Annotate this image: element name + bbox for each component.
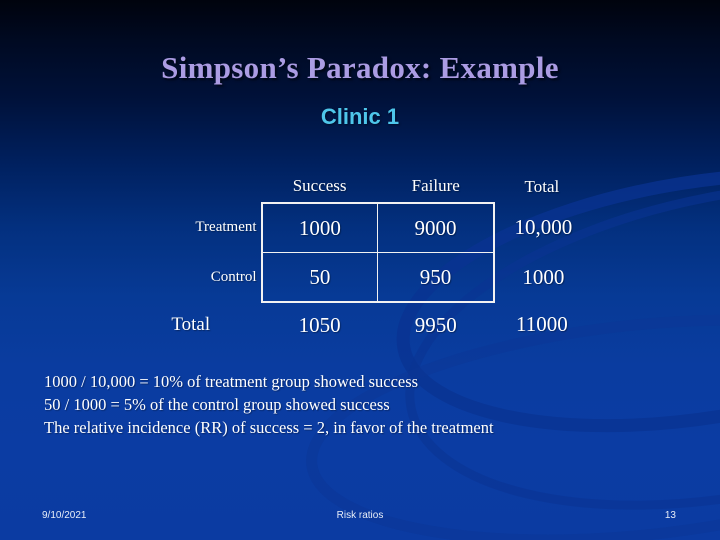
page-title: Simpson’s Paradox: Example <box>161 50 559 85</box>
table-row-control: Control 50 950 1000 <box>120 252 590 303</box>
cell-control-total: 1000 <box>522 264 565 289</box>
body-line-3: The relative incidence (RR) of success =… <box>44 418 494 437</box>
table-row-total: Total 1050 9950 11000 <box>120 302 590 347</box>
cell-total-failure: 9950 <box>414 312 457 337</box>
cell-control-success: 50 <box>260 252 379 303</box>
table-header-row: Success Failure Total <box>120 170 590 203</box>
body-line-2: 50 / 1000 = 5% of the control group show… <box>44 395 390 414</box>
row-label-total: Total <box>171 313 211 335</box>
cell-control-failure: 950 <box>377 252 495 303</box>
column-header-failure: Failure <box>411 176 460 195</box>
slide-footer: 9/10/2021 Risk ratios 13 <box>0 510 720 526</box>
table-row-treatment: Treatment 1000 9000 10,000 <box>120 202 590 253</box>
column-header-success: Success <box>292 176 347 195</box>
contingency-table: Success Failure Total Treatment 1000 900… <box>120 170 590 347</box>
slide: Simpson’s Paradox: Example Clinic 1 Succ… <box>0 0 720 540</box>
cell-total-total: 11000 <box>516 312 568 336</box>
footer-title: Risk ratios <box>336 510 384 521</box>
cell-total-success: 1050 <box>298 312 341 337</box>
cell-treatment-total: 10,000 <box>514 215 573 240</box>
body-line-1: 1000 / 10,000 = 10% of treatment group s… <box>44 372 419 391</box>
table-corner-cell <box>120 170 262 203</box>
row-label-treatment: Treatment <box>195 219 257 236</box>
cell-treatment-success: 1000 <box>260 202 379 253</box>
footer-page-number: 13 <box>664 510 676 521</box>
cell-treatment-failure: 9000 <box>377 202 495 253</box>
column-header-total: Total <box>524 176 560 196</box>
body-text: 1000 / 10,000 = 10% of treatment group s… <box>44 370 684 439</box>
data-table: Success Failure Total Treatment 1000 900… <box>120 170 590 347</box>
page-subtitle: Clinic 1 <box>320 104 400 129</box>
row-label-control: Control <box>210 268 257 285</box>
